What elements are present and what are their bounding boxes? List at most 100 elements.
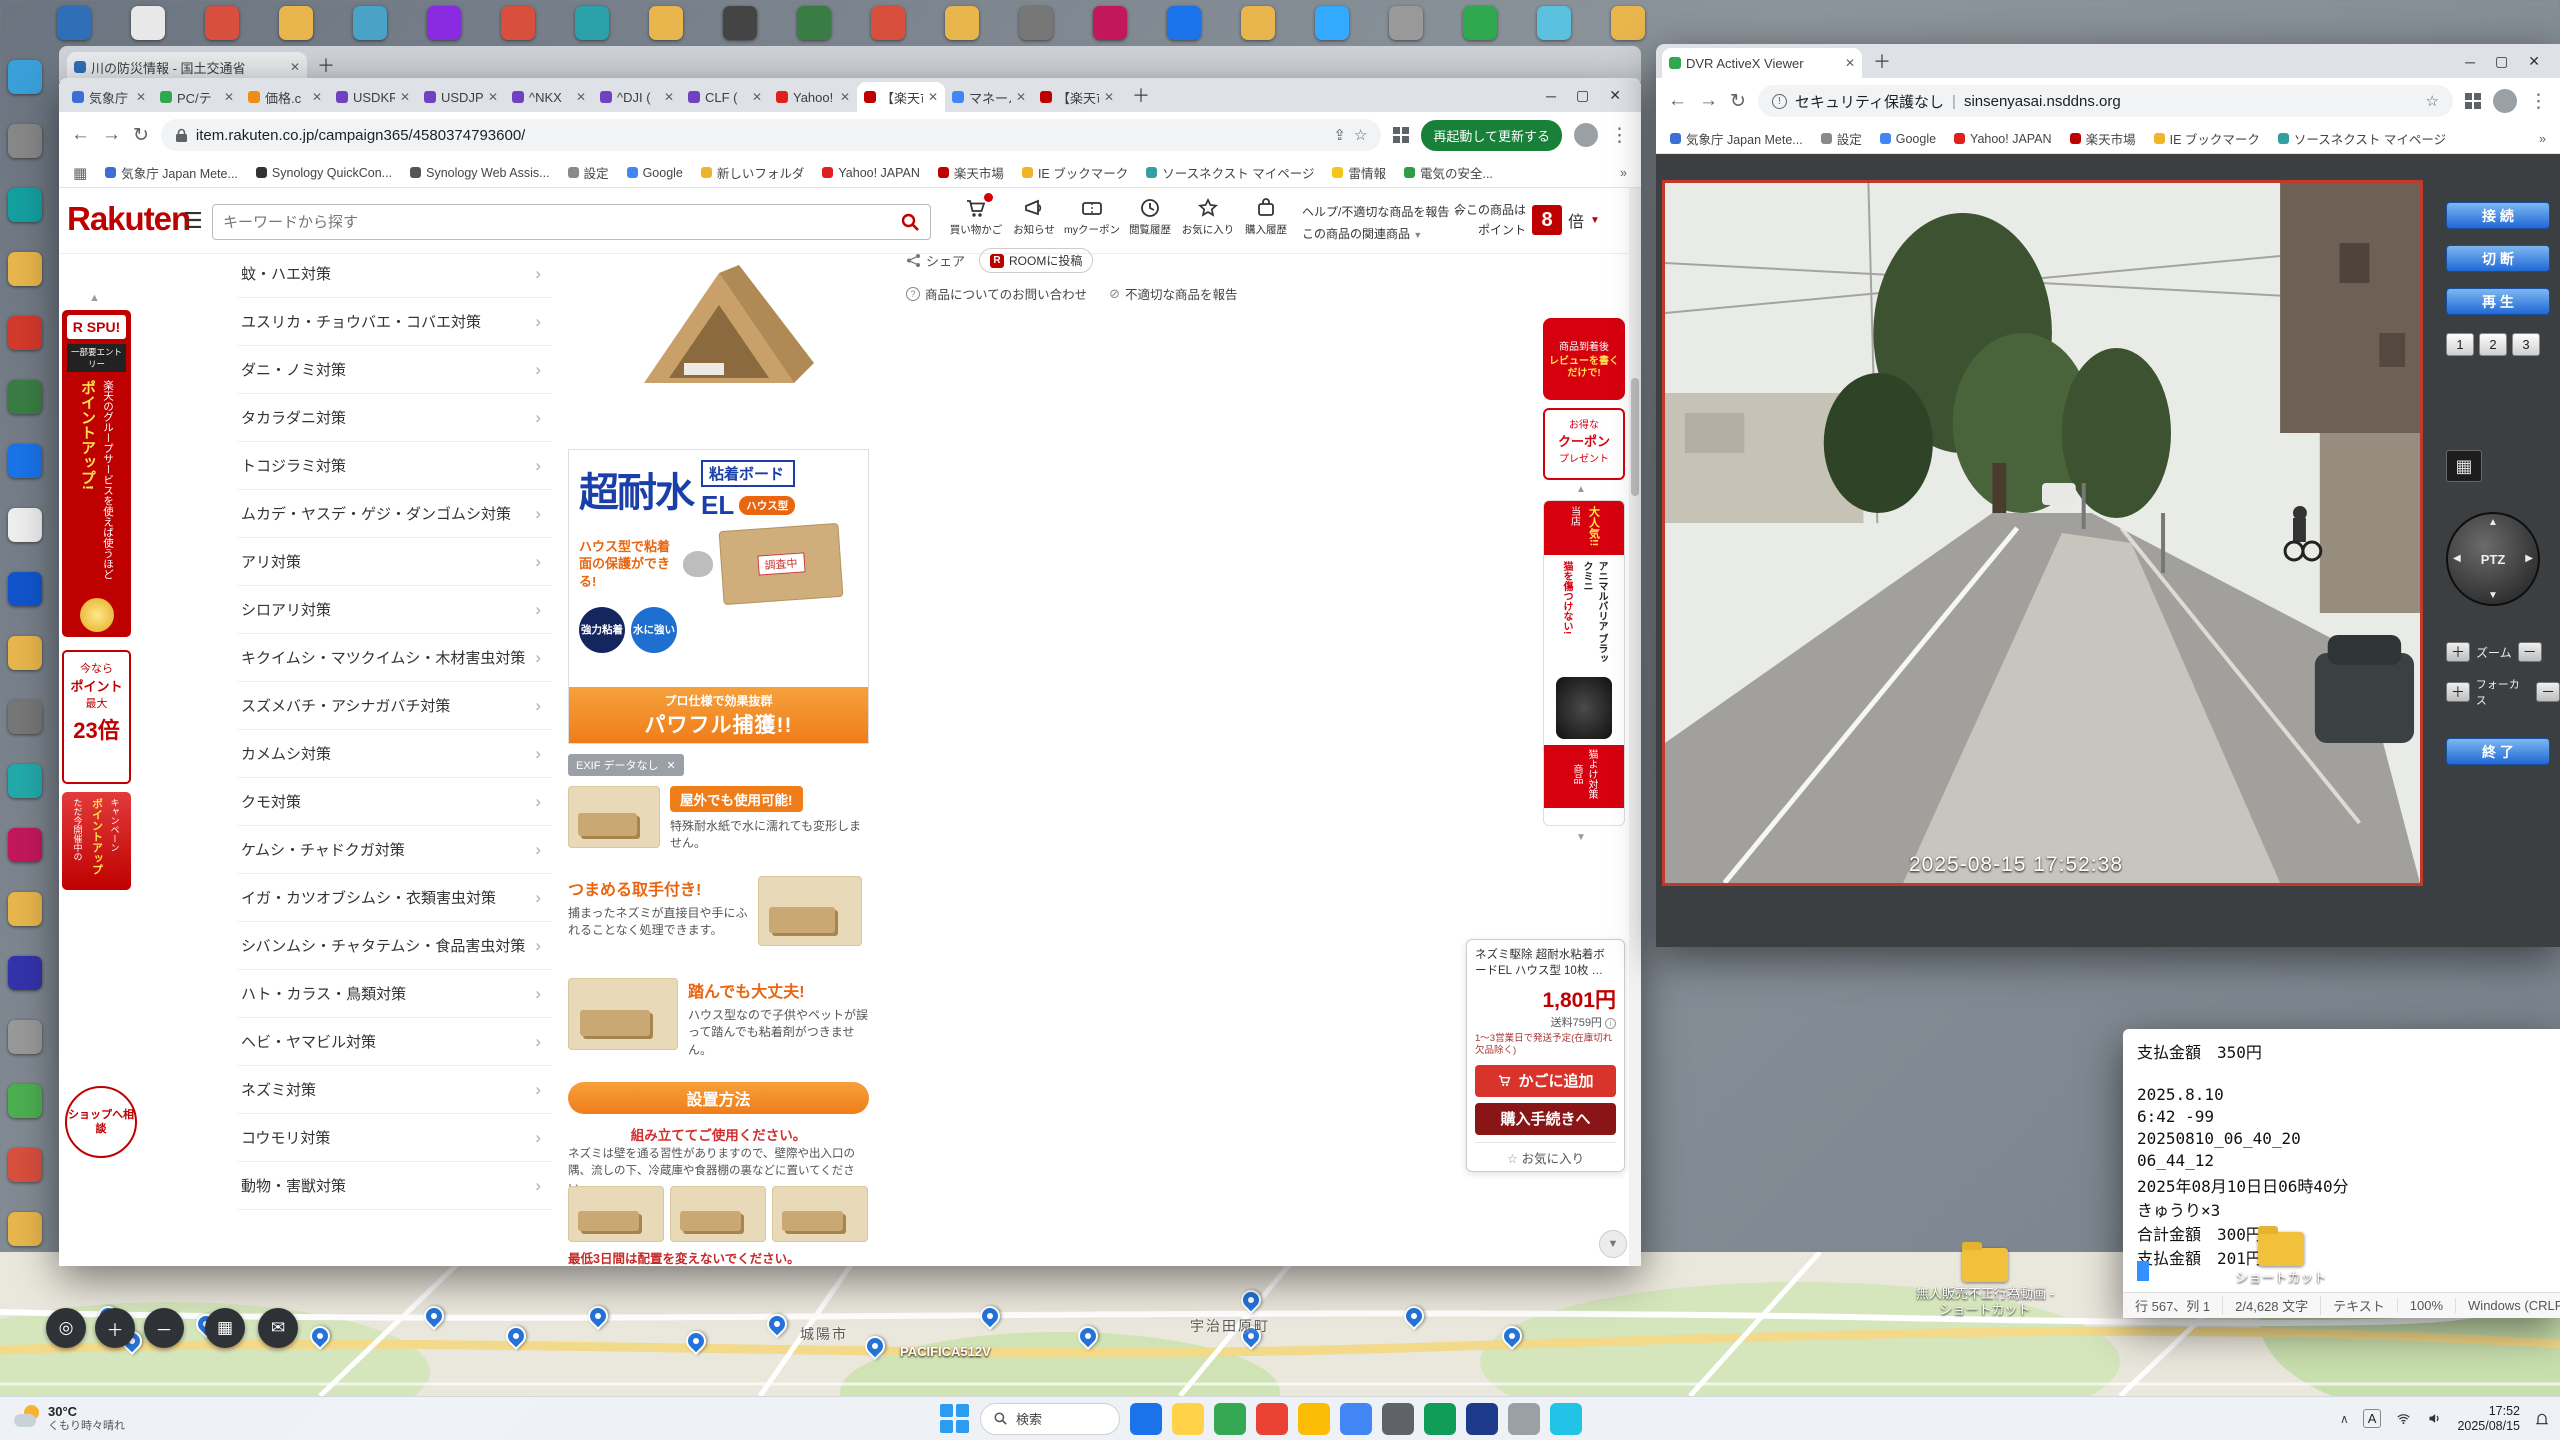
- browser-tab[interactable]: ^DJI ( ✕: [593, 82, 681, 112]
- browser-tab[interactable]: USDKR ✕: [329, 82, 417, 112]
- tab-close-icon[interactable]: ✕: [136, 90, 146, 104]
- promo-banner[interactable]: 超耐水 粘着ボード EL ハウス型 ハウス型で粘着面の保護ができる! 調査中 強…: [568, 449, 869, 744]
- desktop-icon[interactable]: [1463, 6, 1497, 40]
- preset-button[interactable]: 1: [2446, 333, 2474, 356]
- bookmark-item[interactable]: 気象庁 Japan Mete...: [1670, 129, 1803, 148]
- tab-close-icon[interactable]: ✕: [1016, 90, 1026, 104]
- tab-close-icon[interactable]: ✕: [400, 90, 410, 104]
- desktop-icon[interactable]: [131, 6, 165, 40]
- category-item[interactable]: クモ対策 ›: [237, 778, 551, 826]
- desktop-icon[interactable]: [8, 572, 42, 606]
- desktop-icon[interactable]: [797, 6, 831, 40]
- clock[interactable]: 17:52 2025/08/15: [2457, 1404, 2520, 1434]
- play-button[interactable]: 再 生: [2446, 288, 2550, 315]
- volume-icon[interactable]: [2426, 1411, 2443, 1426]
- zoom-out-button[interactable]: －: [2518, 642, 2542, 662]
- taskbar-app-icon[interactable]: [1130, 1403, 1162, 1435]
- product-photo[interactable]: [568, 228, 869, 428]
- minimize-icon[interactable]: ─: [1546, 88, 1556, 104]
- tab-close-icon[interactable]: ✕: [840, 90, 850, 104]
- bookmarks-overflow-icon[interactable]: »: [2539, 132, 2546, 146]
- bookmark-item[interactable]: Yahoo! JAPAN: [1954, 132, 2052, 146]
- desktop-icon[interactable]: [427, 6, 461, 40]
- preset-button[interactable]: 3: [2512, 333, 2540, 356]
- category-item[interactable]: トコジラミ対策 ›: [237, 442, 551, 490]
- category-item[interactable]: ヘビ・ヤマビル対策 ›: [237, 1018, 551, 1066]
- browser-tab[interactable]: 【楽天市 ✕: [1033, 82, 1121, 112]
- hamburger-menu-icon[interactable]: ☰: [183, 208, 203, 234]
- forward-icon[interactable]: →: [102, 124, 121, 146]
- report-item-link[interactable]: ⊘ 不適切な商品を報告: [1109, 284, 1237, 303]
- preset-button[interactable]: 2: [2479, 333, 2507, 356]
- browser-tab[interactable]: CLF ( ✕: [681, 82, 769, 112]
- address-bar[interactable]: ! セキュリティ保護なし | sinsenyasai.nsddns.org ☆: [1758, 85, 2453, 117]
- update-chrome-button[interactable]: 再起動して更新する: [1421, 120, 1562, 151]
- browser-tab[interactable]: 気象庁 ✕: [65, 82, 153, 112]
- animal-barrier-banner[interactable]: 当店 大人気!! 猫を傷つけない! アニマルバリア ブラックミニ 猫よけ対策商品: [1543, 500, 1625, 826]
- history-button[interactable]: 閲覧履歴: [1121, 196, 1179, 237]
- background-browser-window[interactable]: 川の防災情報 - 国土交通省 ✕ ＋: [59, 46, 1641, 82]
- bookmark-item[interactable]: ソースネクスト マイページ: [2278, 129, 2446, 148]
- taskbar-app-icon[interactable]: [1508, 1403, 1540, 1435]
- desktop-icon[interactable]: [649, 6, 683, 40]
- points-info[interactable]: 今この商品は ポイント 8 倍 ▼: [1454, 200, 1600, 241]
- bookmark-item[interactable]: ソースネクスト マイページ: [1146, 163, 1314, 182]
- desktop-icon[interactable]: [1611, 6, 1645, 40]
- minimize-icon[interactable]: ─: [2465, 54, 2475, 70]
- new-tab-icon[interactable]: ＋: [1122, 82, 1160, 112]
- taskbar-app-icon[interactable]: [1214, 1403, 1246, 1435]
- desktop-icon[interactable]: [8, 252, 42, 286]
- desktop-shortcut[interactable]: ショートカット: [2206, 1232, 2356, 1286]
- reload-icon[interactable]: ↻: [1730, 90, 1746, 113]
- taskbar-app-icon[interactable]: [1172, 1403, 1204, 1435]
- ptz-joystick[interactable]: ▲ ▼ ◀ ▶ PTZ: [2446, 512, 2540, 606]
- multiview-grid-button[interactable]: ▦: [2446, 450, 2482, 482]
- spu-banner[interactable]: R SPU! 一部要エントリー ポイントアップ! 楽天のグループサービスを使えば…: [62, 310, 131, 637]
- bookmark-item[interactable]: Synology QuickCon...: [256, 166, 392, 180]
- review-banner[interactable]: 商品到着後 レビューを書くだけで!: [1543, 318, 1625, 400]
- browser-tab[interactable]: 【楽天市 ✕: [857, 82, 945, 112]
- desktop-icon[interactable]: [8, 124, 42, 158]
- bookmark-item[interactable]: IE ブックマーク: [2154, 129, 2260, 148]
- exit-button[interactable]: 終 了: [2446, 738, 2550, 765]
- maximize-icon[interactable]: ▢: [1576, 87, 1589, 104]
- category-item[interactable]: カメムシ対策 ›: [237, 730, 551, 778]
- desktop-shortcut[interactable]: 無人販売不正行為動画 - ショートカット: [1910, 1248, 2060, 1317]
- profile-avatar[interactable]: [2493, 89, 2517, 113]
- page-scrollbar[interactable]: [1629, 188, 1641, 1266]
- start-button[interactable]: [940, 1404, 970, 1434]
- tab-close-icon[interactable]: ✕: [1104, 90, 1114, 104]
- menu-icon[interactable]: ⋮: [2529, 90, 2548, 113]
- desktop-icon[interactable]: [1167, 6, 1201, 40]
- help-report-link[interactable]: ヘルプ/不適切な商品を報告 ▼: [1302, 202, 1462, 224]
- browser-tab[interactable]: Yahoo! ✕: [769, 82, 857, 112]
- bookmark-item[interactable]: 設定: [568, 163, 609, 182]
- browser-tab[interactable]: PC/テ ✕: [153, 82, 241, 112]
- apps-grid-icon[interactable]: ▦: [73, 164, 87, 182]
- new-tab-icon[interactable]: ＋: [1863, 48, 1901, 78]
- category-item[interactable]: ムカデ・ヤスデ・ゲジ・ダンゴムシ対策 ›: [237, 490, 551, 538]
- category-item[interactable]: ネズミ対策 ›: [237, 1066, 551, 1114]
- tab-close-icon[interactable]: ✕: [488, 90, 498, 104]
- close-icon[interactable]: ✕: [2528, 53, 2540, 70]
- desktop-icon[interactable]: [1537, 6, 1571, 40]
- category-item[interactable]: シロアリ対策 ›: [237, 586, 551, 634]
- map-control-button[interactable]: ▦: [205, 1308, 245, 1348]
- category-item[interactable]: スズメバチ・アシナガバチ対策 ›: [237, 682, 551, 730]
- desktop-icon[interactable]: [8, 956, 42, 990]
- taskbar-app-icon[interactable]: [1298, 1403, 1330, 1435]
- ad-scroll-down-icon[interactable]: ▼: [1576, 832, 1586, 843]
- category-item[interactable]: ハト・カラス・鳥類対策 ›: [237, 970, 551, 1018]
- add-to-cart-button[interactable]: かごに追加: [1475, 1065, 1616, 1097]
- desktop-icon[interactable]: [8, 444, 42, 478]
- notification-bell-icon[interactable]: [2534, 1411, 2550, 1427]
- taskbar-search[interactable]: 検索: [980, 1403, 1120, 1435]
- room-post-button[interactable]: R ROOMに投稿: [979, 248, 1093, 273]
- ime-indicator[interactable]: A: [2363, 1409, 2382, 1428]
- exif-close-icon[interactable]: ✕: [667, 759, 676, 772]
- back-icon[interactable]: ←: [71, 124, 90, 146]
- taskbar-app-icon[interactable]: [1382, 1403, 1414, 1435]
- bookmark-star-icon[interactable]: ☆: [2426, 92, 2439, 110]
- bookmark-item[interactable]: Yahoo! JAPAN: [822, 166, 920, 180]
- zoom-in-button[interactable]: ＋: [2446, 642, 2470, 662]
